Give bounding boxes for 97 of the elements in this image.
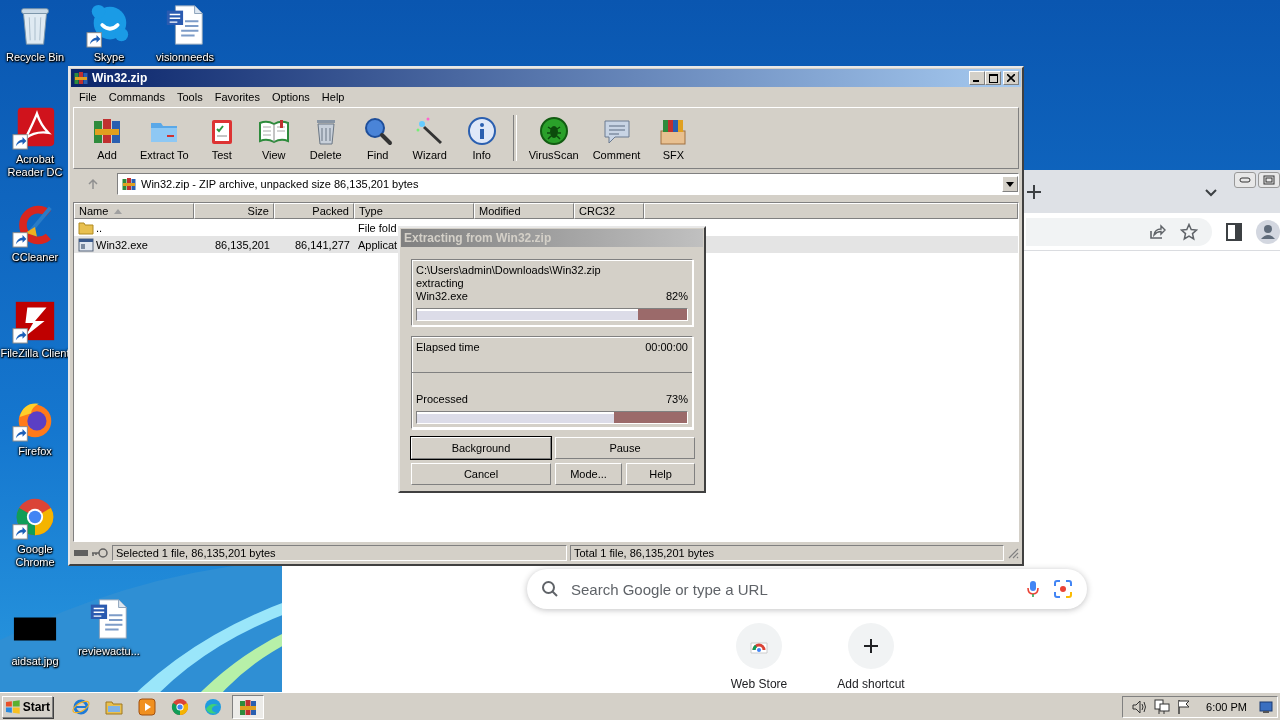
percent-text: 73%: [665, 393, 688, 406]
shortcut-tile[interactable]: Add shortcut: [821, 623, 921, 691]
dialog-button[interactable]: Pause: [555, 437, 695, 459]
toolbar-button[interactable]: Comment: [586, 113, 647, 163]
table-cell: Win32.exe: [78, 236, 148, 253]
column-header[interactable]: Size: [194, 203, 274, 219]
maximize-icon: [988, 73, 998, 83]
desktop-icon[interactable]: visionneeds: [150, 2, 220, 64]
desktop-icon[interactable]: Skype: [74, 2, 144, 64]
percent-text: 82%: [665, 290, 688, 303]
desktop-icon[interactable]: Google Chrome: [0, 494, 70, 569]
speaker-icon[interactable]: [1131, 698, 1147, 715]
new-tab-icon[interactable]: [1026, 183, 1042, 200]
dialog-button[interactable]: Background: [411, 437, 551, 459]
archive-path: C:\Users\admin\Downloads\Win32.zip: [416, 264, 602, 277]
desktop-icon[interactable]: CCleaner: [0, 202, 70, 264]
taskbar-button[interactable]: [232, 694, 264, 719]
camera-icon[interactable]: [1053, 579, 1073, 599]
program-file-icon: [78, 236, 94, 253]
toolbar-button[interactable]: Info: [456, 113, 507, 163]
desktop-icon[interactable]: Firefox: [0, 396, 70, 458]
status-text: Selected 1 file, 86,135,201 bytes: [112, 545, 567, 561]
toolbar-button[interactable]: View: [248, 113, 299, 163]
menu-item[interactable]: Favorites: [208, 91, 266, 103]
toolbar-button[interactable]: Wizard: [404, 113, 455, 163]
column-header[interactable]: Modified: [474, 203, 574, 219]
restore-icon: [1263, 175, 1275, 185]
show-desktop-icon[interactable]: [1259, 699, 1273, 714]
elapsed-time: 00:00:00: [645, 341, 688, 354]
toolbar-button[interactable]: Extract To: [134, 113, 195, 163]
search-icon: [541, 580, 559, 598]
column-header[interactable]: Packed: [274, 203, 354, 219]
dialog-button[interactable]: Cancel: [411, 463, 551, 485]
shortcut-tile[interactable]: Web Store: [709, 623, 809, 691]
bug-icon: [537, 115, 570, 147]
address-bar[interactable]: [1026, 217, 1212, 246]
flag-icon[interactable]: [1177, 698, 1191, 715]
sidebar-icon[interactable]: [1226, 222, 1242, 241]
plus-icon: [862, 637, 880, 655]
info-icon: [465, 115, 498, 147]
toolbar-button[interactable]: SFX: [648, 113, 699, 163]
star-icon[interactable]: [1180, 222, 1198, 241]
menu-item[interactable]: Commands: [102, 91, 171, 103]
table-cell: ..: [78, 219, 103, 236]
menu-item[interactable]: File: [73, 91, 103, 103]
toolbar-button[interactable]: Delete: [300, 113, 351, 163]
arrow-up-icon: [87, 178, 99, 190]
network-icon[interactable]: [1153, 698, 1171, 715]
resize-grip-icon[interactable]: [1007, 547, 1019, 559]
caret-icon: [1006, 181, 1014, 187]
toolbar-button[interactable]: Find: [352, 113, 403, 163]
dialog-button[interactable]: Mode...: [555, 463, 622, 485]
restore-button[interactable]: [1258, 172, 1280, 188]
folder-icon: [78, 219, 94, 236]
column-header[interactable]: Type: [354, 203, 474, 219]
clock[interactable]: 6:00 PM: [1206, 700, 1247, 713]
desktop-icon[interactable]: FileZilla Client: [0, 298, 70, 360]
dropdown-button[interactable]: [1002, 176, 1018, 192]
action-text: extracting: [416, 277, 465, 290]
desktop-icon[interactable]: Recycle Bin: [0, 2, 70, 64]
column-header[interactable]: Name: [74, 203, 194, 219]
window-title: Win32.zip: [92, 71, 148, 85]
drive-key-icon: [73, 547, 109, 559]
table-cell: File fold: [358, 221, 397, 234]
dialog-button[interactable]: Help: [626, 463, 695, 485]
toolbar-button[interactable]: Add: [82, 113, 132, 163]
close-button[interactable]: [1003, 71, 1019, 85]
minimize-icon: [1239, 177, 1251, 183]
wave-icon: [203, 696, 223, 717]
file-name: Win32.exe: [416, 290, 468, 303]
windows-flag-icon: [5, 699, 21, 714]
address-field[interactable]: Win32.zip - ZIP archive, unpacked size 86,135,201 bytes: [117, 173, 1019, 195]
column-header[interactable]: CRC32: [574, 203, 644, 219]
menu-item[interactable]: Options: [265, 91, 316, 103]
status-text: Total 1 file, 86,135,201 bytes: [570, 545, 1004, 561]
browser-icon: [170, 696, 190, 717]
maximize-button[interactable]: [985, 71, 1001, 85]
elapsed-label: Elapsed time: [416, 341, 480, 354]
table-cell: 86,135,201: [214, 238, 270, 251]
table-cell: 86,141,277: [294, 238, 350, 251]
microphone-icon[interactable]: [1025, 579, 1041, 599]
archive-icon: [73, 70, 89, 86]
menu-item[interactable]: Tools: [171, 91, 209, 103]
archive-icon: [121, 176, 137, 192]
table-cell: Applicat: [358, 238, 398, 251]
toolbar-button[interactable]: VirusScan: [522, 113, 585, 163]
search-input[interactable]: Search Google or type a URL: [571, 580, 1013, 598]
play-icon: [137, 696, 157, 717]
toolbar-button[interactable]: Test: [196, 113, 247, 163]
menu-item[interactable]: Help: [315, 91, 351, 103]
close-icon: [1007, 74, 1015, 82]
processed-label: Processed: [416, 393, 468, 406]
start-button[interactable]: Start: [2, 695, 53, 718]
avatar-icon[interactable]: [1256, 219, 1280, 244]
sort-arrow-icon: [114, 208, 123, 214]
share-icon[interactable]: [1148, 222, 1166, 241]
desktop-icon[interactable]: Acrobat Reader DC: [0, 104, 70, 179]
